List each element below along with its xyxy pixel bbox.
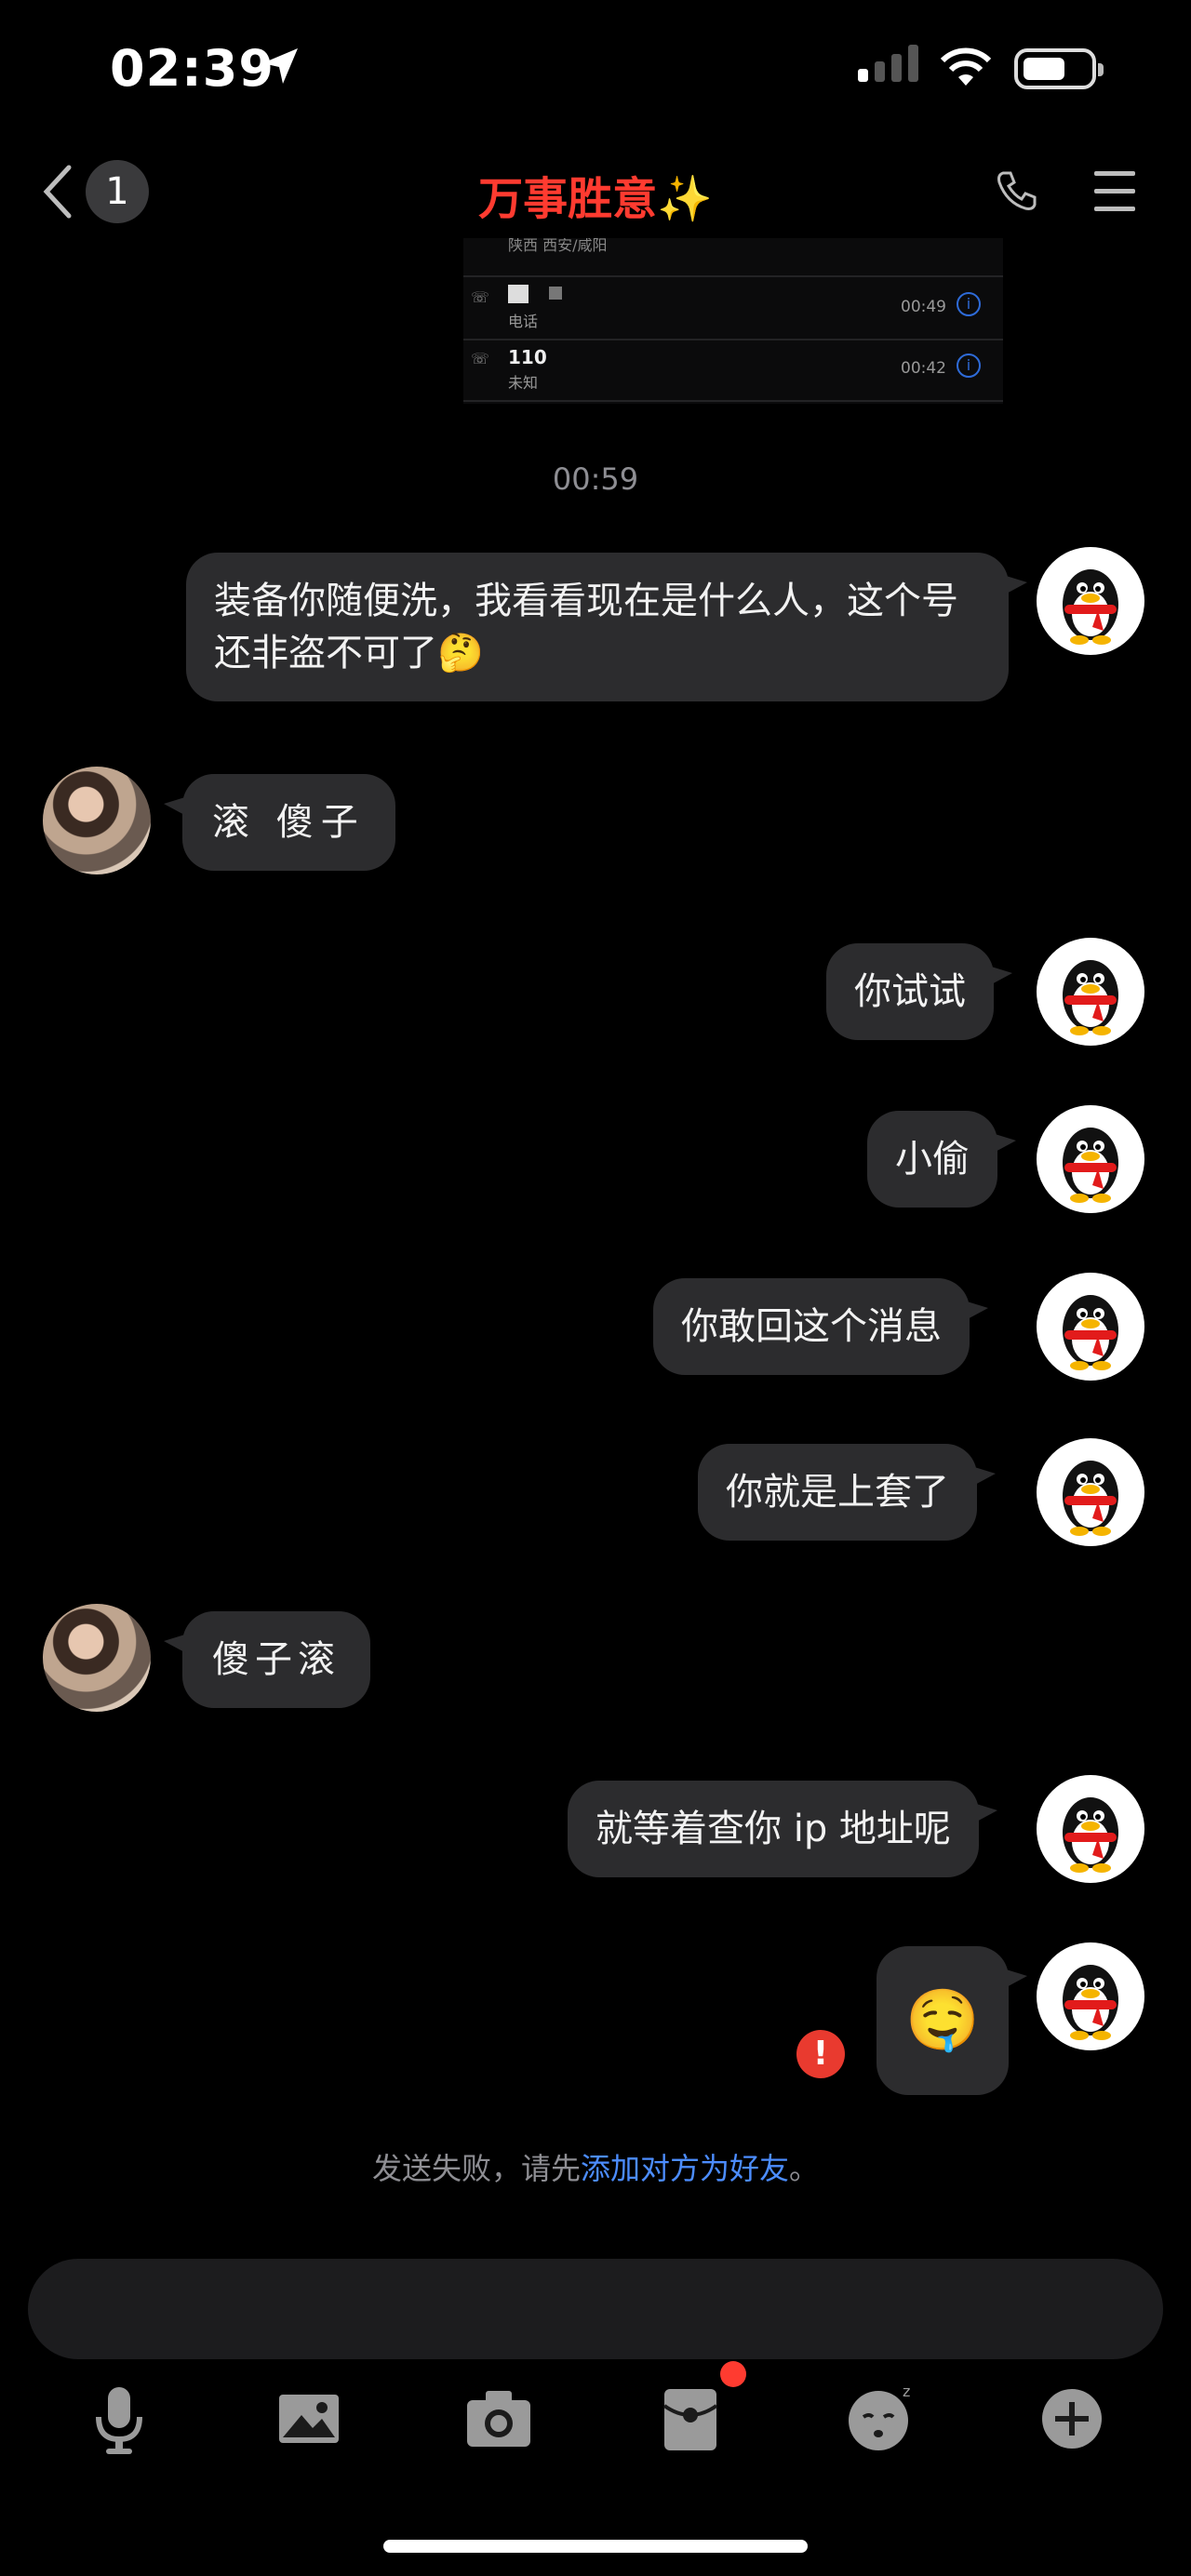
microphone-icon[interactable] — [82, 2382, 156, 2456]
status-time: 02:39 — [110, 39, 274, 98]
failure-notice-text: 发送失败，请先 — [371, 2151, 581, 2186]
add-friend-link[interactable]: 添加对方为好友 — [581, 2151, 789, 2186]
call-name: 110 — [508, 346, 547, 368]
wifi-icon — [940, 47, 992, 86]
cellular-signal-icon — [858, 45, 918, 82]
send-failed-icon[interactable]: ! — [796, 2030, 845, 2078]
message-bubble-incoming[interactable]: 傻子滚 — [164, 1611, 370, 1708]
menu-icon[interactable] — [1094, 171, 1135, 224]
phone-small-icon: ☏ — [471, 350, 490, 367]
message-bubble-outgoing[interactable]: 你试试 — [826, 943, 1012, 1040]
camera-icon[interactable] — [462, 2382, 536, 2456]
my-avatar[interactable] — [1037, 1438, 1144, 1546]
message-bubble-outgoing[interactable]: 就等着查你 ip 地址呢 — [568, 1781, 997, 1877]
message-bubble-incoming[interactable]: 滚 傻子 — [164, 774, 395, 871]
phone-small-icon: ☏ — [471, 288, 490, 306]
penguin-avatar-icon — [1063, 1295, 1118, 1370]
my-avatar[interactable] — [1037, 1273, 1144, 1381]
penguin-avatar-icon — [1063, 1965, 1118, 2040]
home-indicator[interactable] — [383, 2540, 808, 2553]
failure-notice-suffix: 。 — [789, 2151, 820, 2186]
call-time: 00:49 — [901, 298, 946, 316]
contact-avatar[interactable] — [43, 767, 151, 874]
my-avatar[interactable] — [1037, 938, 1144, 1046]
phone-icon[interactable] — [996, 169, 1038, 212]
penguin-avatar-icon — [1063, 1128, 1118, 1203]
call-log-screenshot: 陕西 西安/咸阳 ☏ 电话 00:49 i ☏ 110 未知 00:42 i — [463, 238, 1003, 404]
my-avatar[interactable] — [1037, 1942, 1144, 2050]
redacted-block — [549, 287, 562, 300]
red-packet-icon[interactable] — [653, 2382, 728, 2456]
info-icon: i — [957, 354, 981, 378]
call-type: 未知 — [508, 374, 539, 392]
penguin-avatar-icon — [1063, 960, 1118, 1035]
call-time: 00:42 — [901, 359, 946, 378]
my-avatar[interactable] — [1037, 1105, 1144, 1213]
info-icon: i — [957, 292, 981, 316]
contact-avatar[interactable] — [43, 1604, 151, 1712]
battery-icon — [1014, 48, 1104, 89]
penguin-avatar-icon — [1063, 569, 1118, 645]
my-avatar[interactable] — [1037, 547, 1144, 655]
call-log-row: ☏ 电话 00:49 i — [463, 275, 1003, 340]
plus-icon[interactable] — [1035, 2382, 1109, 2456]
notification-dot — [720, 2361, 746, 2387]
penguin-avatar-icon — [1063, 1797, 1118, 1873]
message-bubble-outgoing[interactable]: 你敢回这个消息 — [653, 1278, 988, 1375]
message-bubble-outgoing[interactable]: 你就是上套了 — [698, 1444, 996, 1541]
send-failure-notice: 发送失败，请先添加对方为好友。 — [0, 2145, 1191, 2188]
message-bubble-outgoing[interactable]: 装备你随便洗，我看看现在是什么人，这个号还非盗不可了🤔 — [186, 553, 1027, 701]
redacted-block — [508, 285, 529, 303]
message-timestamp: 00:59 — [552, 461, 639, 497]
image-icon[interactable] — [272, 2382, 346, 2456]
message-input[interactable] — [28, 2259, 1163, 2359]
svg-text:z: z — [903, 2382, 910, 2400]
location-arrow-icon — [262, 48, 298, 84]
emoji-icon[interactable]: z — [843, 2382, 917, 2456]
call-type: 电话 — [508, 313, 539, 330]
message-bubble-outgoing-emoji[interactable]: 🤤 — [877, 1946, 1027, 2095]
penguin-avatar-icon — [1063, 1461, 1118, 1536]
call-log-row: ☏ 110 未知 00:42 i — [463, 339, 1003, 402]
screenshot-partial-text: 陕西 西安/咸阳 — [508, 238, 608, 254]
message-bubble-outgoing[interactable]: 小偷 — [867, 1111, 1016, 1208]
my-avatar[interactable] — [1037, 1775, 1144, 1883]
